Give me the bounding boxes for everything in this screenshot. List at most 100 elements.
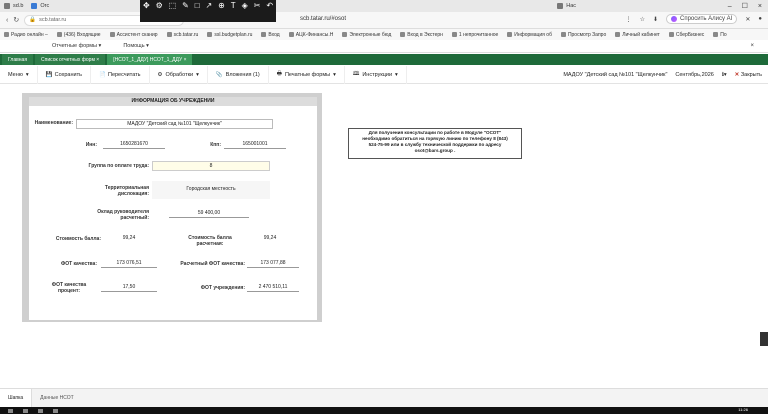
form-toolbar: Меню ▾ 💾 Сохранить 📄 Пересчитать ⚙ Обработки…: [0, 65, 768, 84]
bookmark-favicon-icon: [207, 32, 213, 37]
bookmark-favicon-icon: [713, 32, 719, 37]
paperclip-icon: 📎: [215, 71, 223, 78]
info-icon[interactable]: ℹ▾: [722, 72, 727, 78]
inn-label: Инн:: [85, 142, 97, 148]
fot-percent-field[interactable]: 17,50: [101, 284, 157, 292]
tab-nsot-form[interactable]: [НСОТ_1_ДДУ] НСОТ_1_ДДУ ×: [107, 54, 193, 65]
download-icon[interactable]: ⬇: [653, 16, 658, 23]
side-panel-handle[interactable]: [760, 332, 768, 346]
close-icon[interactable]: ✕: [745, 16, 750, 23]
document-icon: 📄: [98, 71, 106, 78]
square-icon[interactable]: □: [195, 1, 200, 10]
bookmarks-bar: Радио онлайн – (436) Входящие Ассистент ск…: [0, 29, 768, 40]
territory-field[interactable]: Городская местность: [152, 181, 270, 199]
bookmark-icon[interactable]: ☆: [640, 16, 645, 23]
select-icon[interactable]: ⬚: [169, 1, 177, 10]
profile-icon[interactable]: ●: [758, 16, 762, 22]
fot-calc-field[interactable]: 173 077,88: [247, 260, 299, 268]
point-calc-field[interactable]: 99,24: [245, 235, 295, 243]
close-icon[interactable]: ×: [750, 43, 754, 49]
settings-icon[interactable]: ⚙: [156, 1, 163, 10]
menu-button[interactable]: Меню ▾: [0, 65, 38, 84]
arrow-icon[interactable]: ↗: [206, 1, 213, 10]
bookmark-item[interactable]: Электронные бюд: [342, 32, 391, 38]
tab-report-list[interactable]: Список отчетных форм ×: [35, 54, 106, 65]
pen-icon[interactable]: ✎: [182, 1, 189, 10]
sheet-tab-header[interactable]: Шапка: [0, 388, 33, 408]
instructions-button[interactable]: 🕮 Инструкции ▾: [345, 65, 407, 84]
page-title: scb.tatar.ru/#osot: [300, 16, 347, 22]
process-button[interactable]: ⚙ Обработки ▾: [150, 65, 208, 84]
browser-tab[interactable]: Нас: [553, 0, 580, 12]
salary-field[interactable]: 59 400,00: [169, 210, 249, 218]
bookmark-item[interactable]: Вход: [261, 32, 280, 38]
reload-icon[interactable]: ↻: [13, 16, 19, 24]
move-icon[interactable]: ✥: [143, 1, 150, 10]
salary-label: Оклад руководителя расчетный:: [97, 209, 149, 221]
zoom-icon[interactable]: ⊕: [218, 1, 225, 10]
kpp-field[interactable]: 165001001: [224, 141, 286, 149]
book-icon: 🕮: [352, 71, 360, 77]
bookmark-item[interactable]: Личный кабинет: [615, 32, 660, 38]
org-info-form: ИНФОРМАЦИЯ ОБ УЧРЕЖДЕНИИ Наименование: М…: [28, 96, 318, 321]
toolbar-right: МАДОУ "Детский сад №101 "Щелкунчик" Сент…: [563, 66, 762, 84]
address-bar-actions: ⋮ ☆ ⬇ Спросить Алису AI ✕ ●: [626, 14, 762, 24]
bookmark-item[interactable]: СберБизнес: [668, 32, 704, 38]
start-icon[interactable]: [8, 408, 13, 413]
bookmark-item[interactable]: АЦК-Финансы.Н: [288, 32, 333, 38]
bookmark-item[interactable]: Ассистент сканир: [109, 32, 158, 38]
bookmark-favicon-icon: [342, 32, 348, 37]
taskbar-app-icon[interactable]: [53, 408, 58, 413]
window-controls: – ☐ ×: [728, 0, 768, 12]
text-icon[interactable]: T: [231, 1, 236, 10]
point-cost-field[interactable]: 99,24: [104, 235, 154, 243]
save-button[interactable]: 💾 Сохранить: [38, 65, 91, 84]
bookmark-item[interactable]: scb.tatar.ru: [166, 32, 198, 38]
bookmark-item[interactable]: ssl.budgetplan.ru: [207, 32, 252, 38]
bookmark-item[interactable]: Просмотр Запро: [560, 32, 606, 38]
maximize-icon[interactable]: ☐: [742, 2, 748, 10]
pay-group-field[interactable]: 8: [152, 161, 270, 171]
fot-org-field[interactable]: 2 470 510,11: [247, 284, 299, 292]
browser-tab[interactable]: Orc: [27, 0, 53, 12]
back-icon[interactable]: ‹: [6, 17, 8, 24]
alice-button[interactable]: Спросить Алису AI: [666, 14, 738, 24]
organization-name: МАДОУ "Детский сад №101 "Щелкунчик": [563, 72, 668, 78]
browser-tab[interactable]: sd.b: [0, 0, 27, 12]
bookmark-item[interactable]: Вход в Экстерн: [400, 32, 443, 38]
system-clock: 11:26: [738, 407, 748, 412]
tab-favicon-icon: [31, 3, 38, 9]
sheet-tab-nsot-data[interactable]: Данные НСОТ: [32, 389, 82, 408]
recalc-button[interactable]: 📄 Пересчитать: [91, 65, 150, 84]
fot-calc-label: Расчетный ФОТ качества:: [180, 261, 245, 267]
scissors-icon[interactable]: ✂: [254, 1, 261, 10]
support-info-box: Для получения консультации по работе в М…: [348, 128, 522, 159]
tab-home[interactable]: Главная: [2, 54, 34, 65]
name-field[interactable]: МАДОУ "Детский сад №101 "Щелкунчик": [76, 119, 273, 129]
bookmark-item[interactable]: 1 непрочитанное: [451, 32, 498, 38]
bookmark-item[interactable]: Радио онлайн –: [4, 32, 48, 38]
bookmark-item[interactable]: Информация об: [507, 32, 552, 38]
menu-reports[interactable]: Отчетные формы ▾: [52, 43, 101, 49]
bookmark-item[interactable]: (436) Входящие: [56, 32, 101, 38]
bookmark-favicon-icon: [56, 32, 62, 37]
inn-field[interactable]: 1650281670: [103, 141, 165, 149]
more-icon[interactable]: ⋮: [626, 16, 632, 23]
sheet-tabs: Шапка Данные НСОТ: [0, 388, 768, 408]
tab-favicon-icon: [4, 3, 10, 9]
bookmark-item[interactable]: По: [713, 32, 727, 38]
close-icon[interactable]: ×: [758, 3, 762, 10]
undo-icon[interactable]: ↶: [266, 1, 273, 10]
alice-icon: [671, 16, 677, 22]
menu-help[interactable]: Помощь ▾: [123, 43, 149, 49]
taskbar-app-icon[interactable]: [23, 408, 28, 413]
taskbar-app-icon[interactable]: [38, 408, 43, 413]
print-forms-button[interactable]: 🖶 Печатные формы ▾: [269, 65, 345, 84]
minimize-icon[interactable]: –: [728, 3, 732, 10]
fot-quality-field[interactable]: 173 076,51: [101, 260, 157, 268]
form-header: ИНФОРМАЦИЯ ОБ УЧРЕЖДЕНИИ: [29, 97, 317, 106]
chevron-down-icon: ▾: [25, 71, 29, 78]
close-form-button[interactable]: ✕ Закрыть: [735, 72, 762, 78]
eraser-icon[interactable]: ◈: [242, 1, 248, 10]
attachments-button[interactable]: 📎 Вложения (1): [208, 65, 269, 84]
